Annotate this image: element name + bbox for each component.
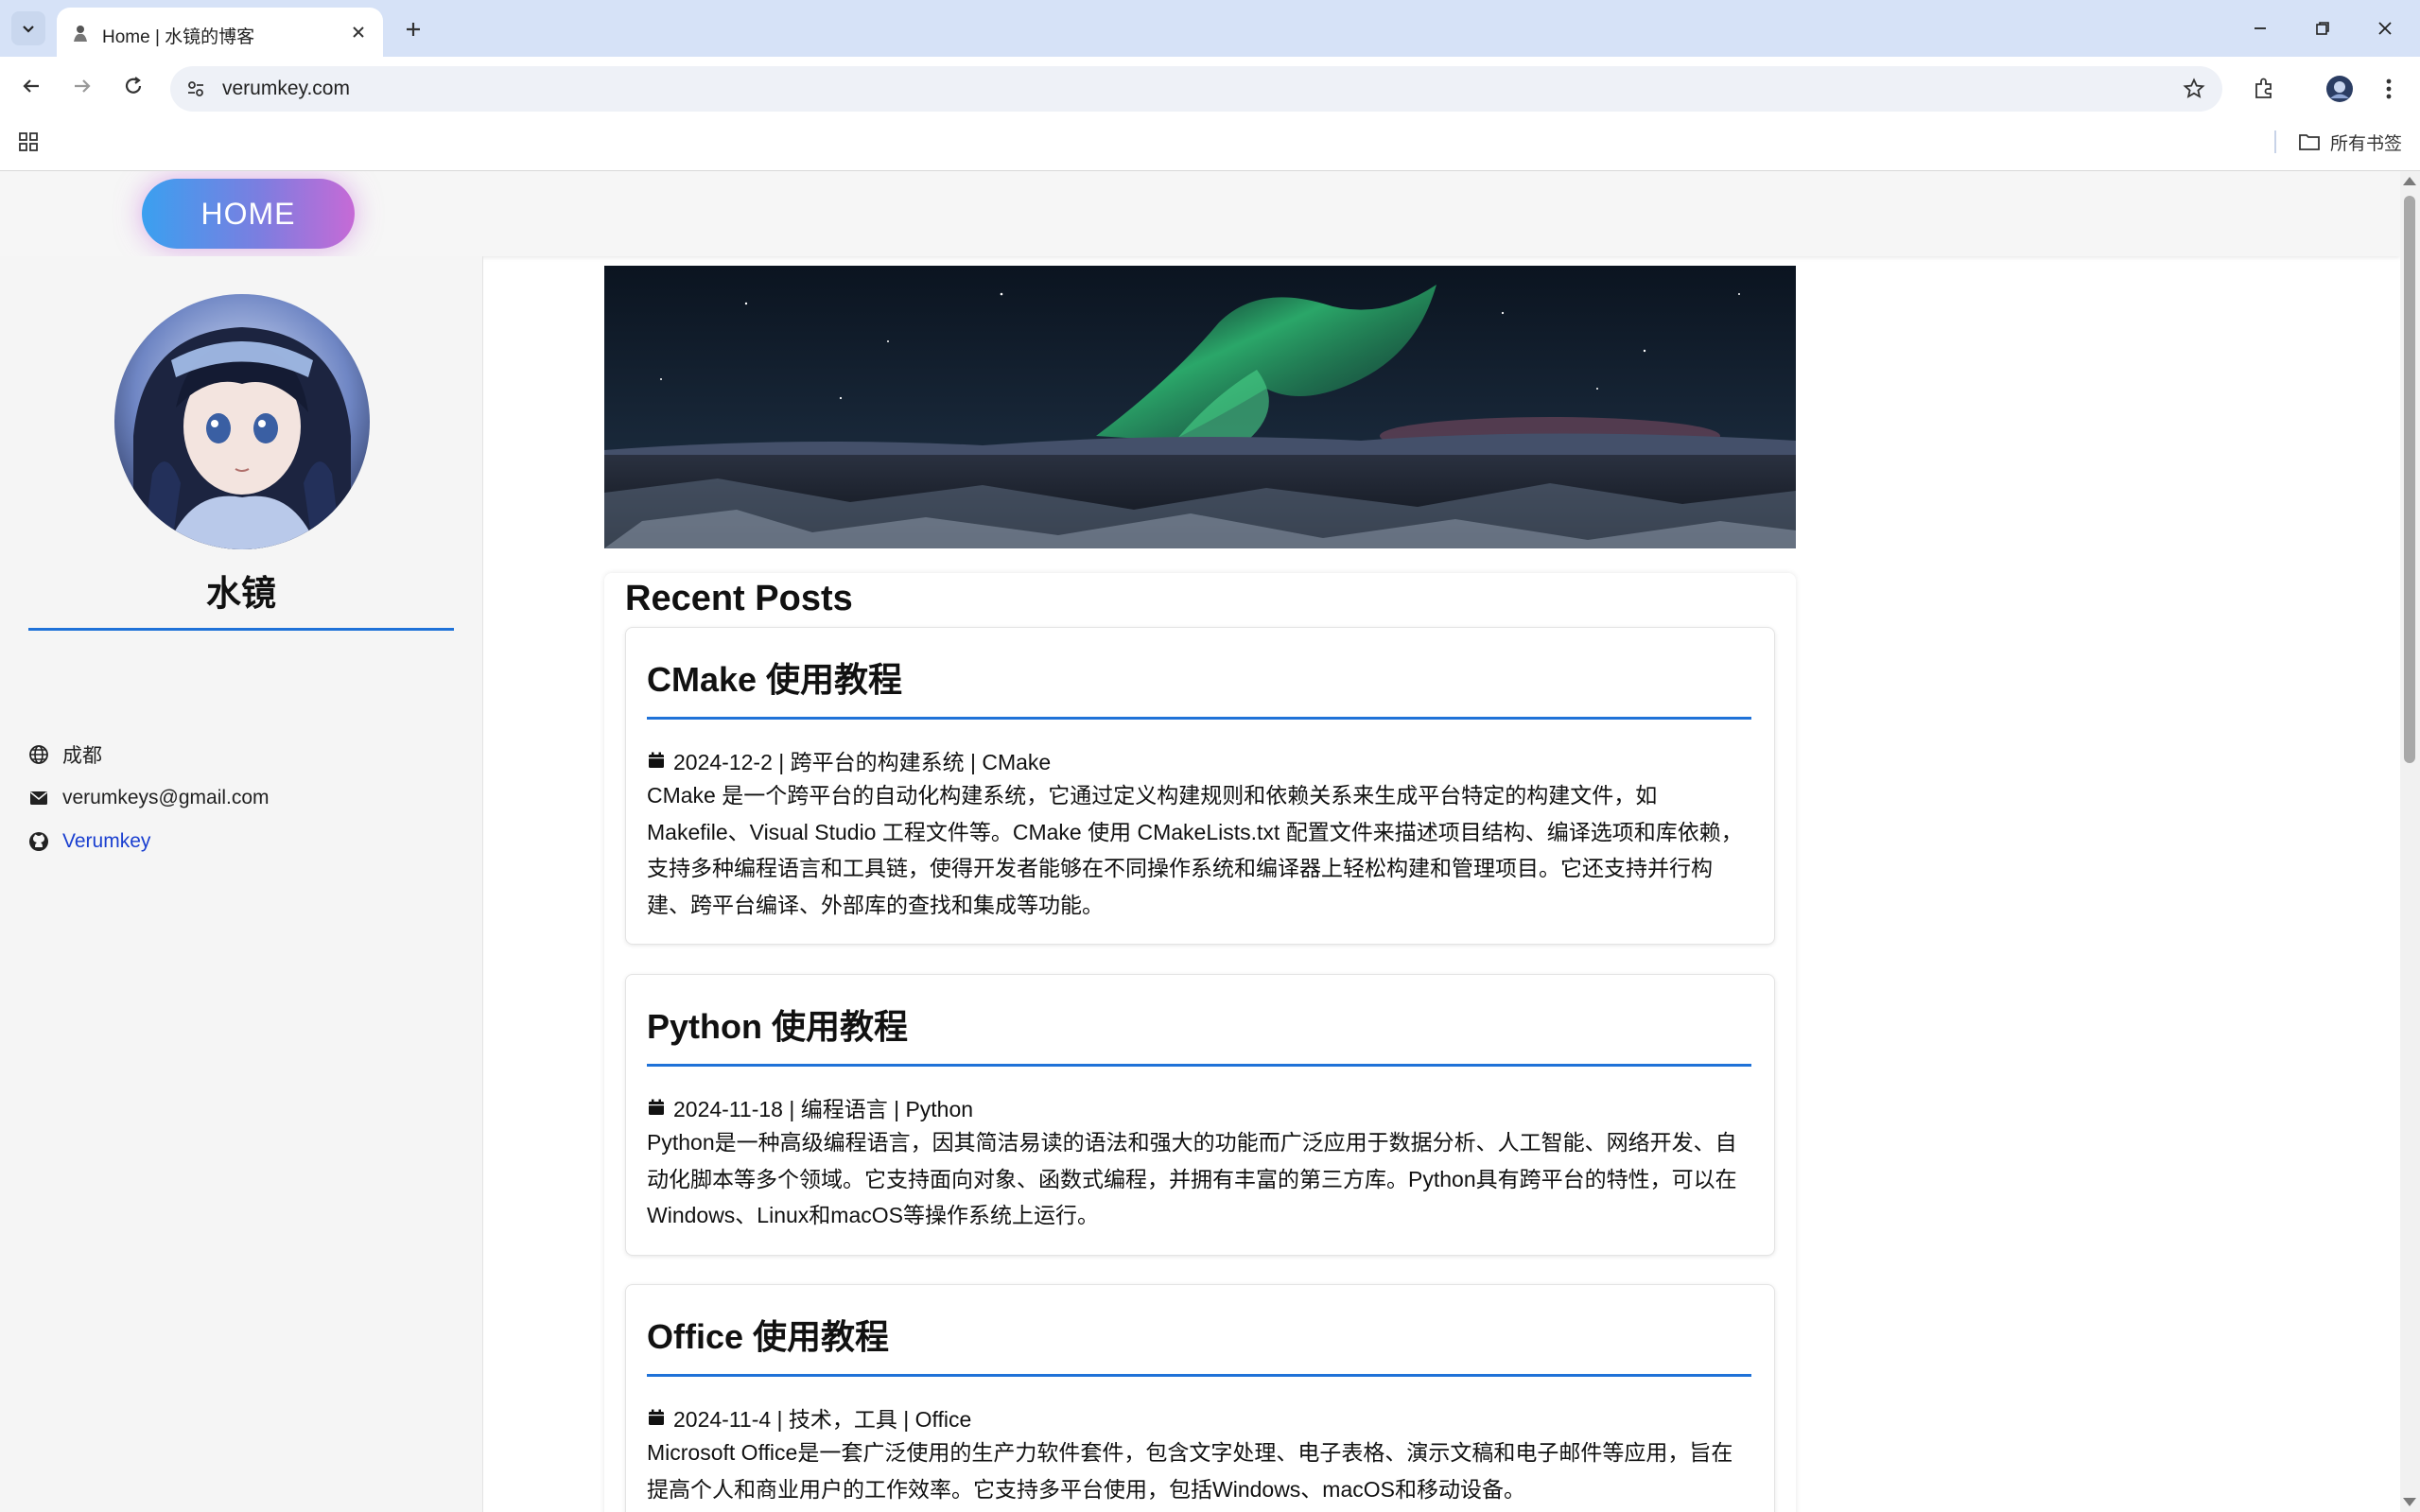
post-card[interactable]: CMake 使用教程 2024-12-2 | 跨平台的构建系统 | CMake … [625,627,1775,945]
email-row: verumkeys@gmail.com [28,784,270,812]
url-text[interactable]: verumkey.com [222,78,350,100]
page-viewport: HOME 水镜 成都 verumkeys@gmail.com Verumkey … [0,171,2400,1512]
recent-posts-heading: Recent Posts [625,579,853,618]
post-meta-text: 2024-12-2 | 跨平台的构建系统 | CMake [673,750,1052,774]
tab-list-icon[interactable] [11,11,45,45]
post-meta: 2024-12-2 | 跨平台的构建系统 | CMake [647,744,1051,776]
scroll-up-arrow-icon[interactable] [2403,177,2416,185]
calendar-icon [649,1099,664,1115]
minimize-icon[interactable] [2241,11,2279,45]
home-button[interactable]: HOME [142,179,355,249]
site-nav: HOME [0,171,2400,256]
apps-icon[interactable] [15,129,42,155]
location-text: 成都 [62,745,102,767]
tab-strip: Home | 水镜的博客 [0,0,2420,57]
profile-avatar[interactable] [2321,70,2359,108]
post-divider [647,1374,1751,1377]
post-divider [647,1064,1751,1067]
post-title[interactable]: Python 使用教程 [647,999,908,1049]
folder-icon [2299,134,2320,150]
post-description: CMake 是一个跨平台的自动化构建系统，它通过定义构建规则和依赖关系来生成平台… [647,783,1743,917]
close-window-icon[interactable] [2366,11,2404,45]
restore-icon[interactable] [2304,11,2342,45]
post-title[interactable]: CMake 使用教程 [647,652,902,702]
envelope-icon [29,791,48,805]
profile-sidebar: 水镜 成都 verumkeys@gmail.com Verumkey [0,256,483,1512]
plus-icon[interactable] [397,13,429,45]
star-icon[interactable] [2181,76,2207,102]
page-scrollbar[interactable] [2400,171,2420,1512]
bookmarks-divider [2274,130,2276,153]
back-icon[interactable] [15,70,47,102]
extensions-icon[interactable] [2245,70,2283,108]
avatar [114,294,370,549]
post-meta: 2024-11-4 | 技术，工具 | Office [647,1401,971,1434]
scroll-down-arrow-icon[interactable] [2403,1498,2416,1506]
post-description: Microsoft Office是一套广泛使用的生产力软件套件，包含文字处理、电… [647,1440,1733,1502]
site-favicon-icon [70,23,91,43]
aurora-banner-image [604,266,1796,548]
recent-posts-panel: Recent Posts CMake 使用教程 2024-12-2 | 跨平台的… [604,573,1796,1512]
post-divider [647,717,1751,720]
bookmarks-bar: 所有书签 [0,113,2420,171]
post-card[interactable]: Office 使用教程 2024-11-4 | 技术，工具 | Office M… [625,1284,1775,1512]
location-row: 成都 [28,740,102,769]
forward-icon[interactable] [66,70,98,102]
all-bookmarks-label: 所有书签 [2330,133,2403,154]
globe-icon [29,745,48,764]
site-info-icon[interactable] [183,77,208,101]
address-bar[interactable]: verumkey.com [170,66,2222,112]
post-meta-text: 2024-11-18 | 编程语言 | Python [673,1097,974,1121]
github-row[interactable]: Verumkey [28,827,150,856]
post-title[interactable]: Office 使用教程 [647,1310,889,1359]
tab-title: Home | 水镜的博客 [102,27,255,47]
scroll-thumb[interactable] [2404,196,2415,763]
calendar-icon [649,1409,664,1425]
close-icon[interactable] [347,21,370,43]
active-tab[interactable]: Home | 水镜的博客 [57,8,383,57]
post-meta-text: 2024-11-4 | 技术，工具 | Office [673,1407,972,1432]
menu-icon[interactable] [2370,70,2408,108]
author-name: 水镜 [206,574,276,613]
email-text: verumkeys@gmail.com [62,787,270,808]
github-link[interactable]: Verumkey [62,830,150,853]
github-icon [29,832,48,851]
reload-icon[interactable] [117,70,149,102]
calendar-icon [649,752,664,768]
sidebar-divider [28,628,454,631]
post-description: Python是一种高级编程语言，因其简洁易读的语法和强大的功能而广泛应用于数据分… [647,1130,1737,1227]
post-meta: 2024-11-18 | 编程语言 | Python [647,1091,973,1123]
all-bookmarks-folder[interactable]: 所有书签 [2298,129,2402,155]
post-card[interactable]: Python 使用教程 2024-11-18 | 编程语言 | Python P… [625,974,1775,1256]
